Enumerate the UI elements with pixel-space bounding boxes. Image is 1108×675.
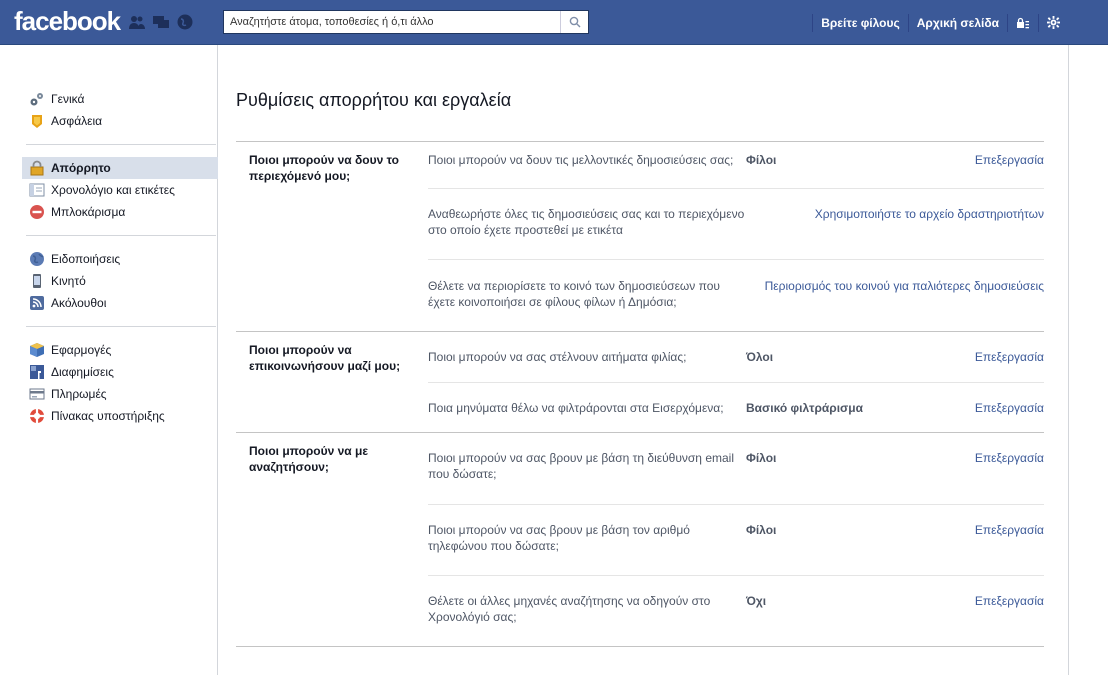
timeline-icon [29,182,45,198]
search-box [223,10,589,34]
search-icon [569,16,580,28]
setting-question: Θέλετε να περιορίσετε το κοινό των δημοσ… [428,279,720,309]
sidebar-group: Απόρρητο Χρονολόγιο και ετικέτες Μπλοκάρ… [22,157,218,236]
setting-question: Ποια μηνύματα θέλω να φιλτράρονται στα Ε… [428,401,724,415]
setting-question: Θέλετε οι άλλες μηχανές αναζήτησης να οδ… [428,594,711,624]
privacy-shortcuts-icon[interactable] [1008,17,1038,29]
activity-log-link[interactable]: Χρησιμοποιήστε το αρχείο δραστηριοτήτων [746,206,1044,222]
setting-value: Φίλοι [746,451,777,465]
settings-section-who-can-see: Ποιοι μπορούν να δουν το περιεχόμενό μου… [236,141,1044,331]
top-bar: facebook Βρείτε φίλους Αρχική σελίδα [0,0,1108,45]
sidebar-item-label: Γενικά [51,92,85,106]
globe-icon [29,251,45,267]
setting-question: Ποιοι μπορούν να σας βρουν με βάση τη δι… [428,451,734,481]
section-heading: Ποιοι μπορούν να δουν το περιεχόμενό μου… [249,153,399,183]
sidebar-item-privacy[interactable]: Απόρρητο [22,157,218,179]
notifications-globe-icon[interactable] [176,13,194,31]
settings-row: Ποιοι μπορούν να σας βρουν με βάση τον α… [428,504,1044,575]
section-heading: Ποιοι μπορούν να επικοινωνήσουν μαζί μου… [249,343,401,373]
edit-link[interactable]: Επεξεργασία [866,450,1044,466]
ads-icon [29,364,45,380]
setting-value: Φίλοι [746,153,777,167]
top-nav: Βρείτε φίλους Αρχική σελίδα [812,0,1068,45]
sidebar-item-label: Κινητό [51,274,86,288]
setting-value: Βασικό φιλτράρισμα [746,401,863,415]
payments-icon [29,386,45,402]
friend-requests-icon[interactable] [128,13,146,31]
content-border-left [217,45,218,675]
setting-value: Όλοι [746,350,774,364]
lock-icon [29,160,45,176]
setting-question: Ποιοι μπορούν να δουν τις μελλοντικές δη… [428,153,734,167]
support-icon [29,408,45,424]
settings-section-who-can-contact: Ποιοι μπορούν να επικοινωνήσουν μαζί μου… [236,331,1044,432]
messages-icon[interactable] [152,13,170,31]
gears-icon [29,91,45,107]
settings-row: Ποιοι μπορούν να σας στέλνουν αιτήματα φ… [428,332,1044,382]
sidebar-item-label: Απόρρητο [51,161,111,175]
sidebar-item-notifications[interactable]: Ειδοποιήσεις [26,248,216,270]
edit-link[interactable]: Επεξεργασία [866,349,1044,365]
apps-icon [29,342,45,358]
find-friends-link[interactable]: Βρείτε φίλους [813,16,908,30]
sidebar-group: Εφαρμογές Διαφημίσεις Πληρωμές Πίνακας υ… [26,339,216,439]
sidebar-item-followers[interactable]: Ακόλουθοι [26,292,216,314]
facebook-logo[interactable]: facebook [14,6,121,37]
sidebar-item-blocking[interactable]: Μπλοκάρισμα [26,201,216,223]
block-icon [29,204,45,220]
setting-value: Φίλοι [746,523,777,537]
sidebar-group: Ειδοποιήσεις Κινητό Ακόλουθοι [26,248,216,327]
settings-row: Ποια μηνύματα θέλω να φιλτράρονται στα Ε… [428,382,1044,432]
rss-icon [29,295,45,311]
edit-link[interactable]: Επεξεργασία [866,593,1044,609]
mobile-icon [29,273,45,289]
sidebar-item-timeline-tagging[interactable]: Χρονολόγιο και ετικέτες [26,179,216,201]
search-button[interactable] [560,11,588,33]
sidebar-item-label: Πληρωμές [51,387,107,401]
settings-gear-icon[interactable] [1039,16,1068,29]
sidebar-item-support-dashboard[interactable]: Πίνακας υποστήριξης [26,405,216,427]
setting-question: Αναθεωρήστε όλες τις δημοσιεύσεις σας κα… [428,207,745,237]
sidebar-item-security[interactable]: Ασφάλεια [26,110,216,132]
setting-value: Όχι [746,594,767,608]
settings-row: Αναθεωρήστε όλες τις δημοσιεύσεις σας κα… [428,188,1044,259]
sidebar-item-label: Ειδοποιήσεις [51,252,121,266]
section-heading: Ποιοι μπορούν να με αναζητήσουν; [249,444,369,474]
settings-section-who-can-look-me-up: Ποιοι μπορούν να με αναζητήσουν; Ποιοι μ… [236,432,1044,647]
privacy-settings-panel: Ρυθμίσεις απορρήτου και εργαλεία Ποιοι μ… [236,90,1044,647]
edit-link[interactable]: Επεξεργασία [866,522,1044,538]
settings-row: Ποιοι μπορούν να δουν τις μελλοντικές δη… [428,142,1044,188]
settings-row: Θέλετε οι άλλες μηχανές αναζήτησης να οδ… [428,575,1044,646]
setting-question: Ποιοι μπορούν να σας στέλνουν αιτήματα φ… [428,350,687,364]
content-border-right [1068,45,1069,675]
sidebar-item-label: Ακόλουθοι [51,296,107,310]
notification-jewels [128,13,194,31]
sidebar-item-label: Πίνακας υποστήριξης [51,409,165,423]
sidebar-item-label: Διαφημίσεις [51,365,114,379]
sidebar-group: Γενικά Ασφάλεια [26,88,216,145]
setting-question: Ποιοι μπορούν να σας βρουν με βάση τον α… [428,523,690,553]
limit-past-posts-link[interactable]: Περιορισμός του κοινού για παλιότερες δη… [746,278,1044,294]
home-link[interactable]: Αρχική σελίδα [909,16,1007,30]
edit-link[interactable]: Επεξεργασία [866,400,1044,416]
badge-icon [29,113,45,129]
sidebar-item-label: Ασφάλεια [51,114,103,128]
page-title: Ρυθμίσεις απορρήτου και εργαλεία [236,90,512,110]
sidebar-item-label: Χρονολόγιο και ετικέτες [51,183,175,197]
sidebar-item-payments[interactable]: Πληρωμές [26,383,216,405]
edit-link[interactable]: Επεξεργασία [866,152,1044,168]
sidebar-item-label: Μπλοκάρισμα [51,205,126,219]
sidebar-item-label: Εφαρμογές [51,343,112,357]
sidebar-item-mobile[interactable]: Κινητό [26,270,216,292]
sidebar-item-general[interactable]: Γενικά [26,88,216,110]
settings-row: Θέλετε να περιορίσετε το κοινό των δημοσ… [428,259,1044,331]
settings-row: Ποιοι μπορούν να σας βρουν με βάση τη δι… [428,433,1044,504]
sidebar-item-ads[interactable]: Διαφημίσεις [26,361,216,383]
search-input[interactable] [224,11,554,33]
sidebar-item-apps[interactable]: Εφαρμογές [26,339,216,361]
settings-sidebar: Γενικά Ασφάλεια Απόρρητο Χρονολόγιο και … [22,88,218,451]
